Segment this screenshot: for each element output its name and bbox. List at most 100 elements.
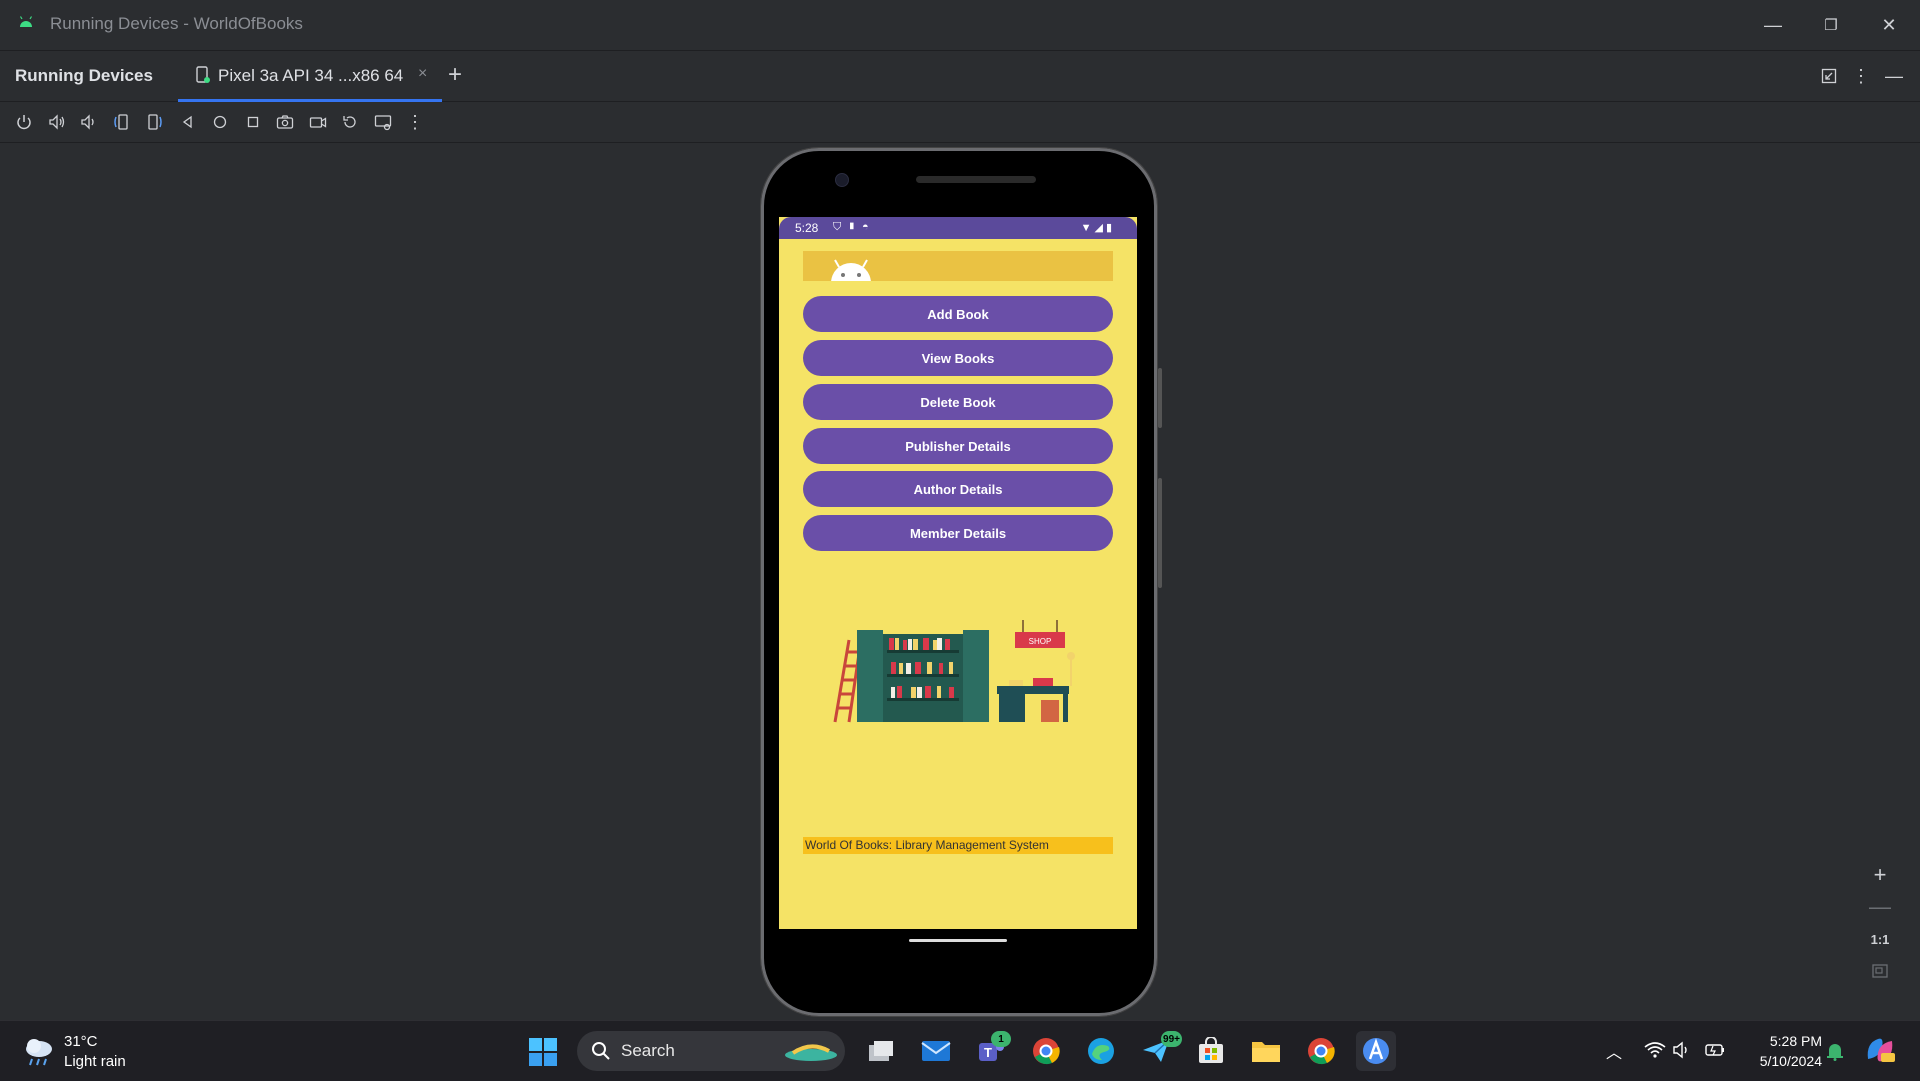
notification-bell-icon[interactable] <box>1826 1041 1844 1061</box>
microsoft-store-app[interactable] <box>1191 1031 1231 1071</box>
overview-icon <box>247 116 259 128</box>
phone-frame: 5:28 ⛉▮◓ ▼◢▮ Add Book View Books Delete … <box>761 148 1162 1016</box>
tab-label: Pixel 3a API 34 ...x86 64 <box>218 66 404 85</box>
restore-icon: ❐ <box>1824 17 1838 34</box>
zoom-in-button[interactable]: + <box>1858 860 1902 890</box>
notification-icons: ⛉▮◓ <box>833 221 875 233</box>
taskbar-search[interactable]: Search <box>577 1031 845 1071</box>
app-footer-label: World Of Books: Library Management Syste… <box>803 837 1113 854</box>
show-hidden-icons-button[interactable]: ︿ <box>1606 1039 1622 1063</box>
hide-panel-button[interactable]: — <box>1883 65 1905 87</box>
more-icon: ⋮ <box>406 111 424 132</box>
tab-close-button[interactable]: × <box>418 65 427 83</box>
earpiece-speaker <box>916 176 1036 183</box>
screenshot-icon <box>276 115 294 129</box>
search-label: Search <box>621 1041 675 1060</box>
device-settings-icon <box>374 115 392 131</box>
speaker-icon[interactable] <box>1672 1041 1692 1059</box>
delete-book-button[interactable]: Delete Book <box>803 384 1113 420</box>
android-logo-icon <box>831 259 871 281</box>
device-toolbar: ⋮ <box>0 102 1920 143</box>
store-icon <box>1199 1037 1223 1063</box>
clock-time: 5:28 PM <box>1769 1033 1822 1049</box>
volume-up-icon <box>49 114 65 130</box>
author-details-button[interactable]: Author Details <box>803 471 1113 507</box>
android-status-bar: 5:28 ⛉▮◓ ▼◢▮ <box>779 217 1137 239</box>
minimize-panel-icon: — <box>1885 65 1903 86</box>
panel-options-button[interactable]: ⋮ <box>1850 65 1872 87</box>
chrome-profile-app[interactable] <box>1301 1031 1341 1071</box>
add-device-button[interactable]: + <box>448 61 462 89</box>
screenshot-button[interactable] <box>274 111 296 133</box>
task-view-button[interactable] <box>861 1031 901 1071</box>
rotate-left-icon <box>114 114 128 130</box>
file-explorer-app[interactable] <box>1246 1031 1286 1071</box>
view-books-button[interactable]: View Books <box>803 340 1113 376</box>
copilot-sidebar-app[interactable]: 99+ <box>1136 1031 1182 1071</box>
more-options-button[interactable]: ⋮ <box>404 111 426 133</box>
running-devices-tabbar: Running Devices Pixel 3a API 34 ...x86 6… <box>0 51 1920 102</box>
publisher-details-button[interactable]: Publisher Details <box>803 428 1113 464</box>
zoom-controls: + — 1:1 <box>1858 860 1902 992</box>
more-vertical-icon: ⋮ <box>1852 65 1870 86</box>
teams-badge: 1 <box>991 1031 1011 1047</box>
tab-pixel-3a[interactable]: Pixel 3a API 34 ...x86 64 × <box>178 51 442 102</box>
fit-screen-button[interactable] <box>1858 956 1902 986</box>
weather-condition: Light rain <box>64 1053 126 1070</box>
volume-rocker <box>1158 478 1162 588</box>
member-details-button[interactable]: Member Details <box>803 515 1113 551</box>
mail-app[interactable] <box>916 1031 956 1071</box>
gesture-navigation-bar[interactable] <box>909 939 1007 942</box>
overview-button[interactable] <box>242 111 264 133</box>
device-icon <box>196 66 210 83</box>
battery-icon[interactable] <box>1704 1041 1726 1059</box>
rotate-right-button[interactable] <box>144 111 166 133</box>
front-camera <box>835 173 849 187</box>
edge-app[interactable] <box>1081 1031 1121 1071</box>
side-button <box>1158 368 1162 428</box>
power-button[interactable] <box>13 111 35 133</box>
screen-record-button[interactable] <box>307 111 329 133</box>
fit-screen-icon <box>1872 964 1888 978</box>
chrome-app[interactable] <box>1026 1031 1066 1071</box>
reset-button[interactable] <box>339 111 361 133</box>
close-window-button[interactable]: ✕ <box>1866 8 1912 42</box>
search-icon <box>592 1042 610 1060</box>
wifi-icon[interactable] <box>1644 1041 1666 1059</box>
android-studio-taskbar-app[interactable] <box>1356 1031 1396 1071</box>
teams-app[interactable]: T 1 <box>971 1031 1011 1071</box>
volume-up-button[interactable] <box>46 111 68 133</box>
restore-button[interactable]: ❐ <box>1808 8 1854 42</box>
add-book-button[interactable]: Add Book <box>803 296 1113 332</box>
rotate-left-button[interactable] <box>110 111 132 133</box>
rain-cloud-icon <box>26 1039 52 1066</box>
android-studio-icon <box>19 16 33 27</box>
power-icon <box>17 115 31 130</box>
clock-date: 5/10/2024 <box>1759 1053 1822 1069</box>
minimize-button[interactable]: — <box>1750 8 1796 42</box>
search-highlight-icon <box>785 1044 837 1061</box>
actual-size-button[interactable]: 1:1 <box>1858 924 1902 954</box>
device-screen[interactable]: 5:28 ⛉▮◓ ▼◢▮ Add Book View Books Delete … <box>779 217 1137 929</box>
start-button[interactable] <box>528 1037 558 1067</box>
panel-title: Running Devices <box>15 66 153 85</box>
screen-record-icon <box>309 117 327 128</box>
detach-window-button[interactable] <box>1818 65 1840 87</box>
back-button[interactable] <box>177 111 199 133</box>
home-button[interactable] <box>209 111 231 133</box>
volume-down-button[interactable] <box>77 111 99 133</box>
back-icon <box>182 115 192 129</box>
device-settings-button[interactable] <box>372 111 394 133</box>
taskbar-clock[interactable]: 5:28 PM 5/10/2024 <box>1742 1031 1822 1071</box>
task-view-icon <box>869 1041 893 1061</box>
close-icon: ✕ <box>1881 14 1897 35</box>
home-icon <box>213 115 227 129</box>
status-time: 5:28 <box>795 221 819 235</box>
minimize-icon: — <box>1764 14 1782 35</box>
folder-icon <box>1252 1042 1280 1062</box>
zoom-out-button[interactable]: — <box>1858 892 1902 922</box>
svg-text:T: T <box>984 1045 992 1060</box>
copilot-icon[interactable] <box>1864 1035 1896 1065</box>
windows-taskbar: 31°C Light rain Search T 1 99+ ︿ 5:28 PM… <box>0 1020 1920 1081</box>
chrome-icon <box>1033 1038 1060 1065</box>
